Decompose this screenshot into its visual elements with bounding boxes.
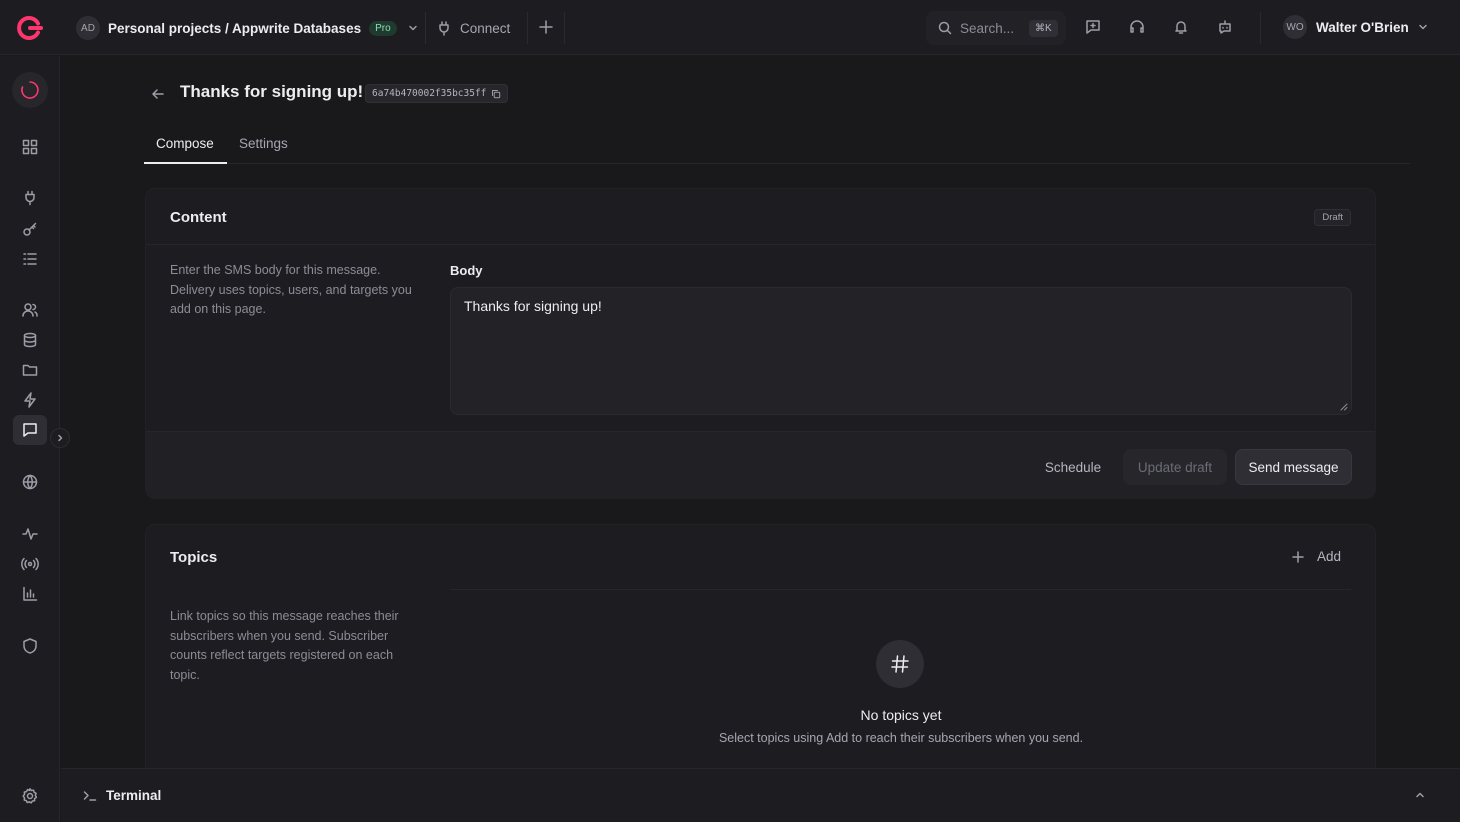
user-menu[interactable]: WO Walter O'Brien [1283,15,1429,39]
settings-gear-icon[interactable] [21,787,39,805]
assistant-bot-icon[interactable] [1216,18,1234,36]
divider [1260,12,1261,44]
divider [146,244,1375,245]
copy-icon [492,89,501,98]
status-badge: Draft [1314,209,1351,226]
divider [564,12,565,44]
chevron-down-icon [407,22,419,34]
messaging-icon[interactable] [21,421,39,439]
topics-card: Topics Add Link topics so this message r… [145,524,1376,784]
connect-label: Connect [460,20,511,36]
search-placeholder: Search... [960,20,1015,36]
divider [527,12,528,44]
schedule-button[interactable]: Schedule [1033,449,1113,485]
page-title: Thanks for signing up! [180,82,364,101]
connect-button[interactable]: Connect [436,14,510,42]
body-value: Thanks for signing up! [464,298,602,314]
tabs-divider [144,163,1410,164]
plug-icon[interactable] [21,189,39,207]
realtime-broadcast-icon[interactable] [21,555,39,573]
key-icon[interactable] [21,220,39,238]
terminal-bar[interactable]: Terminal [61,768,1460,822]
overview-grid-icon[interactable] [21,138,39,156]
chevron-down-icon [1417,21,1429,33]
terminal-label: Terminal [106,788,162,803]
appwrite-logo-icon[interactable] [16,14,44,42]
plan-badge: Pro [369,20,397,36]
add-icon[interactable] [537,18,555,36]
search-icon [938,21,952,35]
support-headset-icon[interactable] [1128,18,1146,36]
plus-icon [1292,550,1304,563]
top-bar: AD Personal projects / Appwrite Database… [0,0,1460,55]
topics-card-title: Topics [170,549,218,566]
add-topic-button[interactable]: Add [1291,549,1341,564]
sidebar-expand-button[interactable] [50,428,70,448]
tab-compose[interactable]: Compose [156,136,214,151]
user-name: Walter O'Brien [1316,19,1409,35]
divider [425,12,426,44]
chevron-right-icon [58,434,63,442]
content-description: Enter the SMS body for this message. Del… [170,263,412,316]
resize-handle-icon[interactable] [1340,403,1348,411]
message-id-badge[interactable]: 6a74b470002f35bc35ff [365,84,509,103]
content-card: Content Draft Enter the SMS body for thi… [145,188,1376,499]
activity-icon[interactable] [21,525,39,543]
project-switcher[interactable]: AD Personal projects / Appwrite Database… [76,15,419,41]
search-button[interactable]: Search... ⌘K [926,11,1066,45]
project-avatar: AD [76,16,100,40]
back-arrow-icon[interactable] [150,86,166,102]
add-topic-label: Add [1316,549,1341,564]
active-tab-indicator [144,162,227,164]
tasks-list-icon[interactable] [21,250,39,268]
update-draft-button[interactable]: Update draft [1123,449,1227,485]
body-label: Body [450,263,483,278]
project-name: Personal projects / Appwrite Databases [108,20,362,36]
content-card-footer: Schedule Update draft Send message [146,431,1375,499]
plug-icon [439,21,449,36]
feedback-icon[interactable] [1084,18,1102,36]
users-icon[interactable] [21,301,39,319]
shield-security-icon[interactable] [21,637,39,655]
message-id: 6a74b470002f35bc35ff [372,88,487,99]
folder-icon[interactable] [21,361,39,379]
lightning-functions-icon[interactable] [21,391,39,409]
tab-settings[interactable]: Settings [239,136,288,151]
database-icon[interactable] [21,331,39,349]
body-textarea[interactable]: Thanks for signing up! [450,287,1352,415]
chevron-up-icon[interactable] [1414,789,1426,801]
send-message-button[interactable]: Send message [1235,449,1352,485]
notifications-bell-icon[interactable] [1172,18,1190,36]
hash-icon [876,640,924,688]
globe-sites-icon[interactable] [21,473,39,491]
content-card-title: Content [170,209,227,226]
project-status-icon[interactable] [12,72,48,108]
user-avatar: WO [1283,15,1307,39]
usage-chart-icon[interactable] [21,585,39,603]
terminal-prompt-icon [83,790,97,802]
empty-state-title: No topics yet [860,707,942,723]
topics-description: Link topics so this message reaches thei… [170,609,399,682]
search-shortcut: ⌘K [1029,19,1058,37]
empty-state-subtitle: Select topics using Add to reach their s… [718,731,1084,745]
divider [450,589,1351,590]
